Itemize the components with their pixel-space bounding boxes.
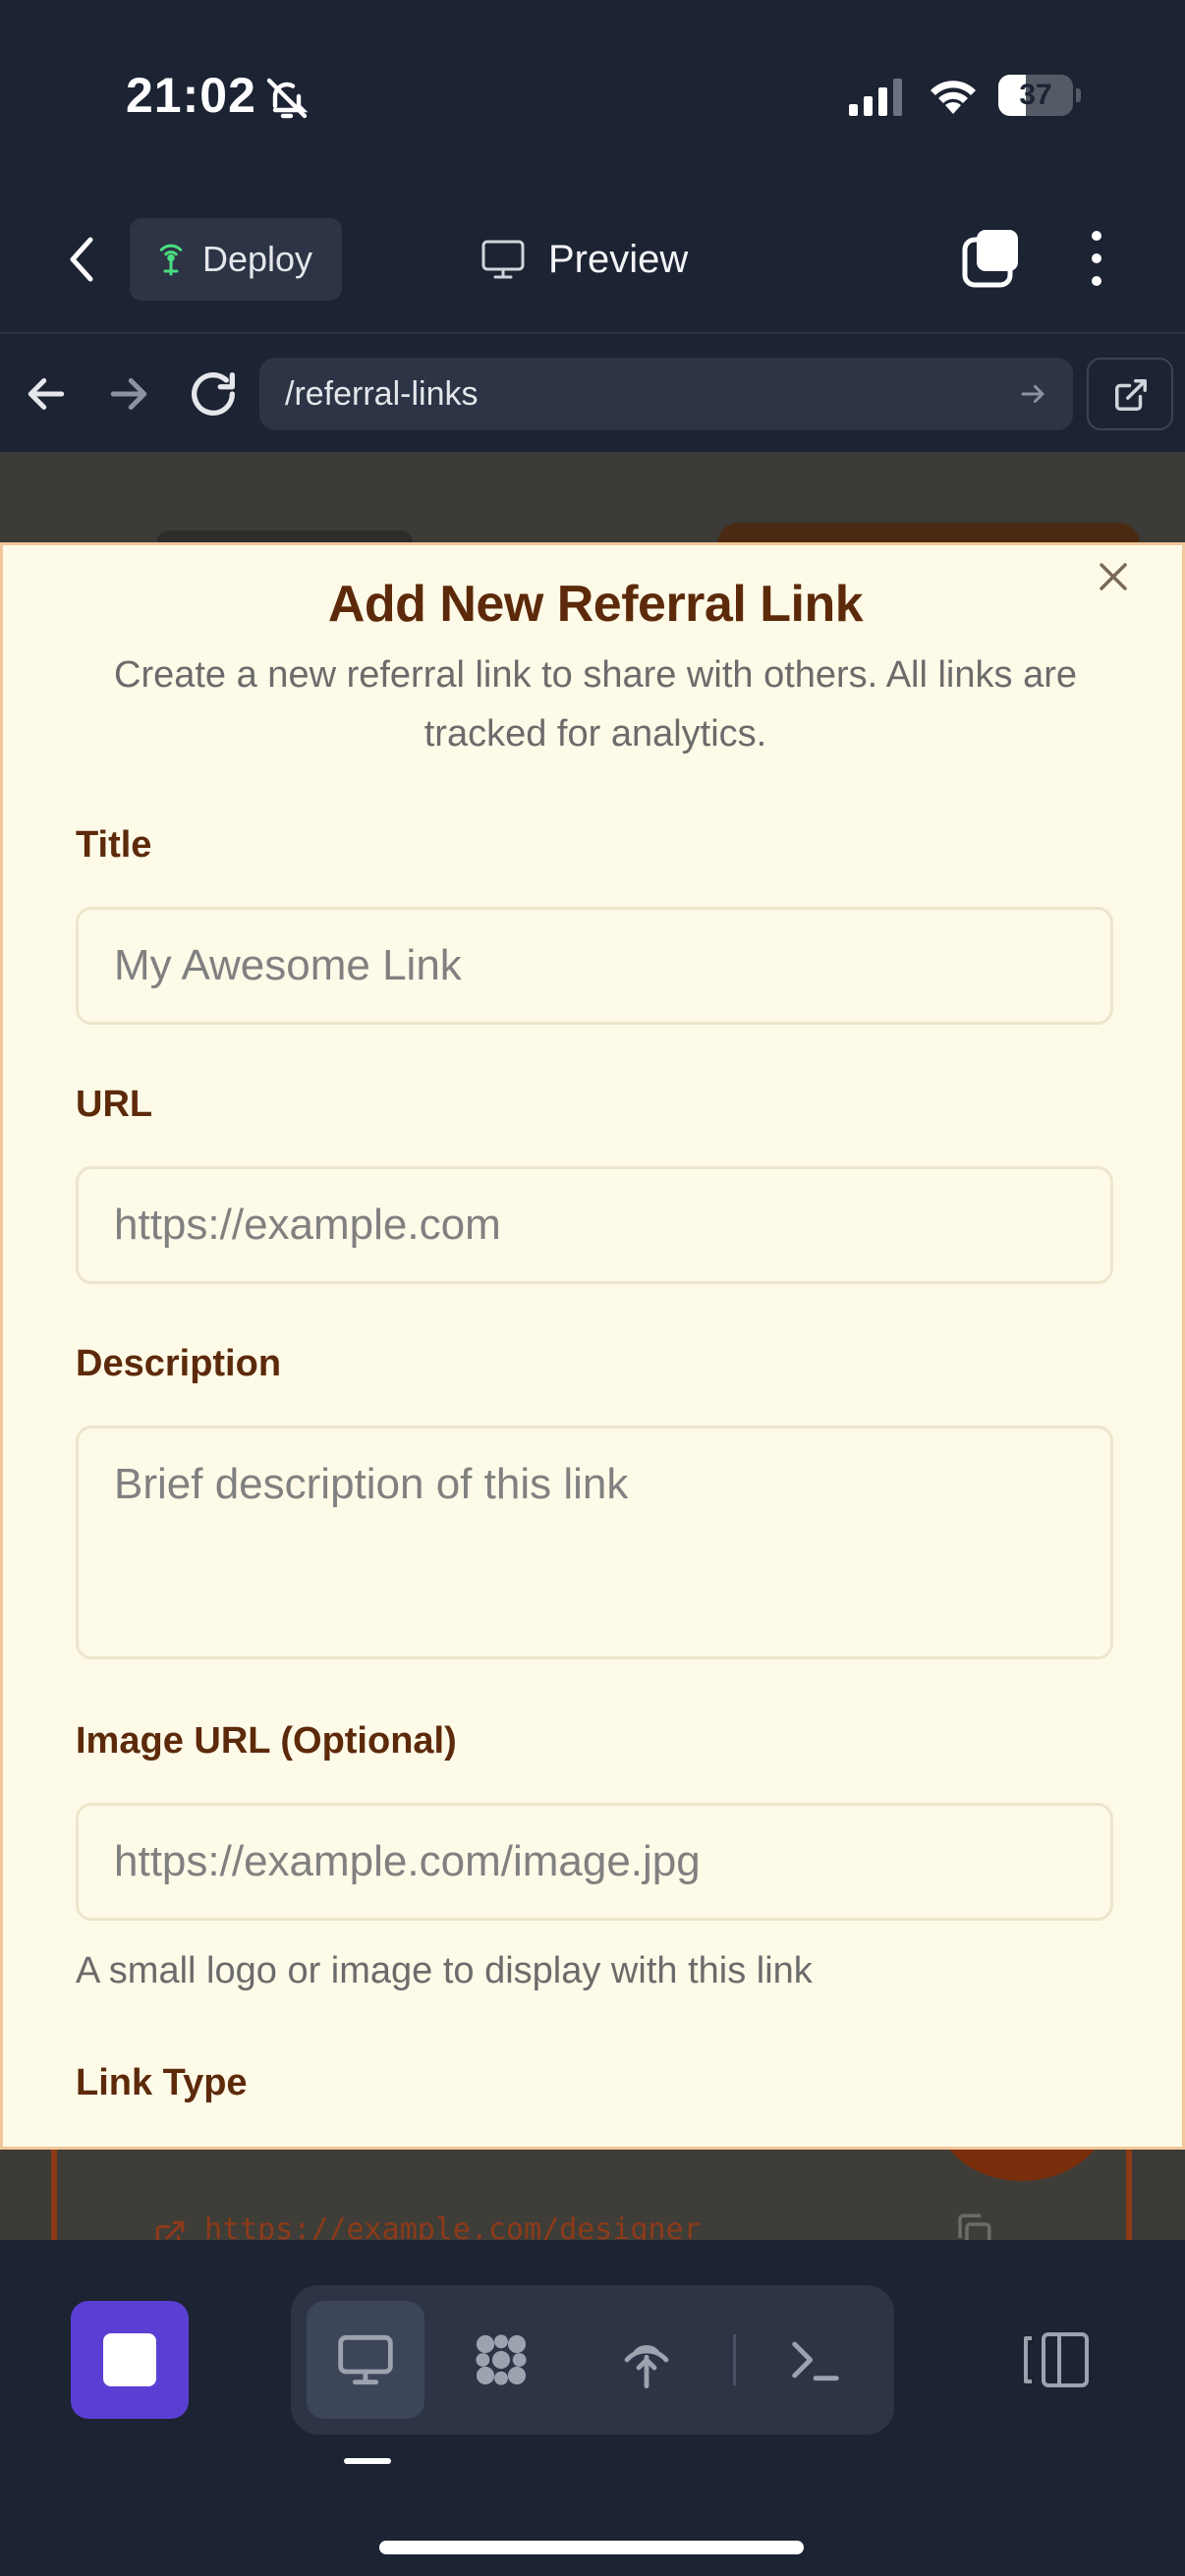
url-label: URL (76, 1084, 153, 1125)
url-input[interactable] (76, 1166, 1113, 1284)
tabs-icon[interactable] (961, 228, 1022, 289)
background-link-url: https://example.com/designer (204, 2212, 702, 2240)
deploy-label: Deploy (202, 239, 313, 279)
bottom-toolbar (0, 2240, 1185, 2576)
deploy-button[interactable]: Deploy (130, 218, 342, 301)
external-link-icon (155, 2220, 185, 2240)
grid-dots-icon (476, 2334, 527, 2385)
app-header: Deploy Preview (0, 187, 1185, 334)
tool-deployments[interactable] (588, 2301, 705, 2419)
preview-label: Preview (548, 238, 689, 281)
dialog-description: Create a new referral link to share with… (114, 654, 1077, 755)
title-label: Title (76, 824, 152, 866)
antenna-icon (159, 244, 183, 276)
description-label: Description (76, 1343, 282, 1384)
cellular-signal-icon (849, 79, 902, 116)
copy-icon (958, 2213, 991, 2240)
image-url-label: Image URL (Optional) (76, 1720, 457, 1762)
battery-level: 37 (1019, 79, 1052, 111)
tool-workspace[interactable] (442, 2301, 560, 2419)
status-bar: 21:02 37 (0, 0, 1185, 187)
image-url-help: A small logo or image to display with th… (76, 1950, 813, 1991)
link-type-label: Link Type (76, 2062, 248, 2103)
status-time: 21:02 (126, 68, 256, 123)
url-bar[interactable]: /referral-links (259, 358, 1073, 430)
url-text: /referral-links (285, 375, 479, 413)
image-url-input[interactable] (76, 1803, 1113, 1921)
title-input[interactable] (76, 907, 1113, 1025)
terminal-icon (792, 2341, 839, 2381)
broadcast-icon (624, 2345, 669, 2389)
url-go-arrow-icon[interactable] (1018, 379, 1047, 409)
bell-muted-icon (266, 78, 309, 119)
add-referral-link-dialog: Add New Referral Link Create a new refer… (0, 542, 1185, 2150)
panels-icon[interactable] (1018, 2330, 1091, 2389)
link-type-select[interactable] (76, 2149, 1113, 2150)
active-tab-indicator (344, 2458, 391, 2464)
stop-icon (103, 2333, 156, 2386)
reload-icon[interactable] (185, 365, 242, 422)
tool-switcher (291, 2285, 894, 2435)
open-external-button[interactable] (1087, 358, 1173, 430)
tool-shell[interactable] (757, 2301, 875, 2419)
more-vertical-icon[interactable] (1077, 228, 1116, 289)
monitor-icon (481, 240, 525, 279)
browser-bar: /referral-links (0, 336, 1185, 452)
dialog-title: Add New Referral Link (327, 576, 864, 633)
arrow-left-icon[interactable] (20, 367, 73, 420)
tool-divider (733, 2334, 736, 2385)
battery-indicator: 37 (998, 75, 1081, 116)
tool-preview[interactable] (307, 2301, 424, 2419)
description-textarea[interactable] (76, 1426, 1113, 1659)
stop-button[interactable] (71, 2301, 189, 2419)
monitor-icon (338, 2334, 393, 2385)
wifi-icon (931, 81, 976, 114)
external-link-icon (1115, 379, 1147, 411)
arrow-right-icon[interactable] (102, 367, 155, 420)
home-indicator[interactable] (379, 2541, 804, 2554)
back-chevron-icon[interactable] (59, 230, 108, 289)
